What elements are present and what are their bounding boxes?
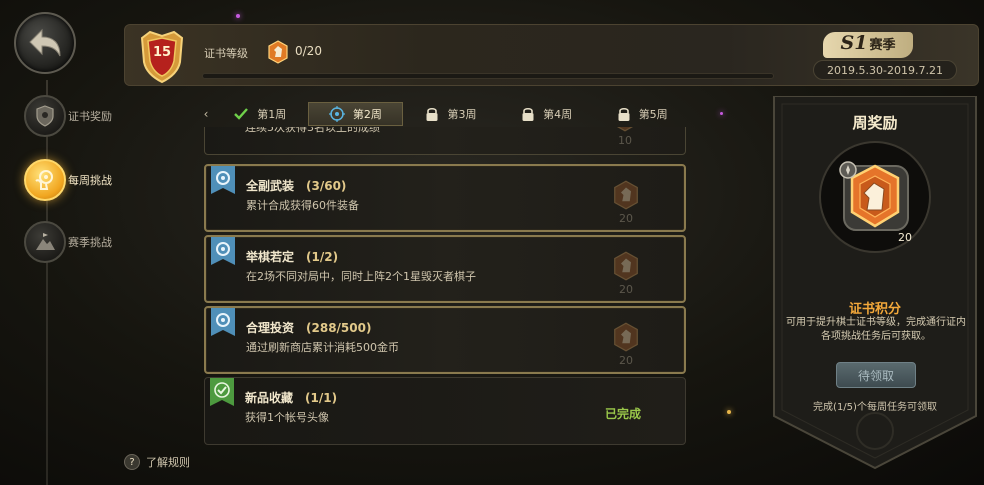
task-card[interactable]: 举棋若定 (1/2) 在2场不同对局中，同时上阵2个1星毁灭者棋子 20 <box>204 235 686 303</box>
tabs-prev-arrow[interactable]: ‹ <box>200 107 212 121</box>
task-progress: (288/500) <box>306 321 372 335</box>
nav-item-label: 每周挑战 <box>68 174 112 187</box>
mountain-flag-icon <box>36 233 55 250</box>
points-description: 可用于提升棋士证书等级，完成通行证内各项挑战任务后可获取。 <box>786 317 966 342</box>
points-title: 证书积分 <box>848 302 901 317</box>
reward-value: 10 <box>618 134 632 147</box>
task-desc: 在2场不同对局中，同时上阵2个1星毁灭者棋子 <box>246 270 476 283</box>
tab-week-3[interactable]: 第3周 <box>403 102 499 126</box>
task-progress: (1/1) <box>305 391 338 405</box>
task-title: 合理投资 (288/500) <box>246 319 371 336</box>
help-icon: ? <box>124 454 140 470</box>
cert-medal-icon <box>819 141 931 253</box>
rules-link[interactable]: ? 了解规则 <box>124 454 190 470</box>
task-desc: 通过刷新商店累计消耗500金币 <box>246 341 399 354</box>
task-reward: 20 <box>609 180 643 230</box>
sparkle-decoration <box>727 410 731 414</box>
nav-item-season-challenge[interactable]: 赛季挑战 <box>24 220 112 264</box>
claim-note: 完成(1/5)个每周任务可领取 <box>813 402 937 413</box>
season-number: S1 <box>840 32 868 54</box>
task-reward: 10 <box>608 127 642 152</box>
season-suffix: 赛季 <box>869 38 896 53</box>
sparkle-decoration <box>720 112 723 115</box>
reward-value: 20 <box>619 212 633 225</box>
nav-item-cert-reward[interactable]: 证书奖励 <box>24 94 112 138</box>
left-rail-divider <box>46 80 48 485</box>
task-name: 合理投资 <box>246 321 295 335</box>
task-reward: 20 <box>609 251 643 301</box>
level-number: 15 <box>152 45 172 60</box>
task-card[interactable]: 全副武装 (3/60) 累计合成获得60件装备 20 <box>204 164 686 232</box>
tab-label: 第1周 <box>257 107 287 121</box>
cert-level-label: 证书等级 <box>204 47 248 60</box>
task-name: 举棋若定 <box>246 250 295 264</box>
task-title: 新品收藏 (1/1) <box>245 389 337 406</box>
cert-points-icon <box>614 251 638 281</box>
task-list[interactable]: 连续5次获得3名以上的成绩 10 全副武装 (3/60) 累计合成获得60件装备 … <box>204 127 688 447</box>
task-desc: 获得1个帐号头像 <box>245 411 329 424</box>
ribbon-target-icon <box>211 237 235 265</box>
reward-value: 20 <box>619 354 633 367</box>
reward-value: 20 <box>619 283 633 296</box>
sparkle-decoration <box>236 14 240 18</box>
task-card[interactable]: 连续5次获得3名以上的成绩 10 <box>204 127 686 155</box>
season-dates: 2019.5.30-2019.7.21 <box>813 60 957 80</box>
tab-label: 第4周 <box>543 107 573 121</box>
completed-label: 已完成 <box>605 407 642 421</box>
task-title: 举棋若定 (1/2) <box>246 248 338 265</box>
medal-count: 20 <box>898 231 912 244</box>
back-arrow-icon <box>29 28 61 57</box>
task-reward: 20 <box>609 322 643 372</box>
task-desc: 连续5次获得3名以上的成绩 <box>245 127 380 134</box>
tab-week-2[interactable]: 第2周 <box>307 101 404 126</box>
level-badge: 15 <box>136 28 188 84</box>
tab-week-1[interactable]: 第1周 <box>212 102 308 126</box>
task-name: 新品收藏 <box>245 391 294 405</box>
weekly-reward-medal <box>818 140 932 254</box>
task-name: 全副武装 <box>246 179 295 193</box>
lock-icon <box>522 107 534 121</box>
task-progress: (1/2) <box>306 250 339 264</box>
back-button[interactable] <box>14 12 76 74</box>
task-desc: 累计合成获得60件装备 <box>246 199 359 212</box>
nav-item-label: 证书奖励 <box>68 110 112 123</box>
tab-label: 第5周 <box>638 107 668 121</box>
weekly-reward-title: 周奖励 <box>852 114 898 132</box>
nav-item-weekly-challenge[interactable]: 每周挑战 <box>24 158 112 202</box>
week-tabs: ‹ 第1周 第2周 第3周 第4周 第5周 <box>200 101 690 126</box>
tab-label: 第3周 <box>447 107 477 121</box>
ribbon-target-icon <box>211 166 235 194</box>
cert-progress-bar <box>202 73 774 79</box>
rules-label: 了解规则 <box>146 456 190 469</box>
tab-week-4[interactable]: 第4周 <box>499 102 595 126</box>
ribbon-check-icon <box>210 378 234 406</box>
shield-icon <box>36 105 54 127</box>
tab-week-5[interactable]: 第5周 <box>594 102 690 126</box>
target-icon <box>328 105 345 122</box>
task-card[interactable]: 合理投资 (288/500) 通过刷新商店累计消耗500金币 20 <box>204 306 686 374</box>
check-icon <box>234 107 249 120</box>
task-progress: (3/60) <box>306 179 347 193</box>
tab-label: 第2周 <box>352 107 382 121</box>
season-title: S1 赛季 <box>823 32 913 58</box>
cert-progress-text: 0/20 <box>295 44 322 58</box>
cert-points-icon <box>266 40 290 64</box>
cert-points-icon <box>614 322 638 352</box>
ribbon-target-icon <box>211 308 235 336</box>
task-title: 全副武装 (3/60) <box>246 177 346 194</box>
nav-item-label: 赛季挑战 <box>68 236 112 249</box>
claim-button[interactable]: 待领取 <box>836 362 916 388</box>
hand-target-icon <box>35 170 53 190</box>
task-card[interactable]: 新品收藏 (1/1) 获得1个帐号头像 已完成 <box>204 377 686 445</box>
lock-icon <box>426 107 438 121</box>
cert-points-icon <box>616 127 634 132</box>
lock-icon <box>618 107 630 121</box>
cert-points-icon <box>614 180 638 210</box>
